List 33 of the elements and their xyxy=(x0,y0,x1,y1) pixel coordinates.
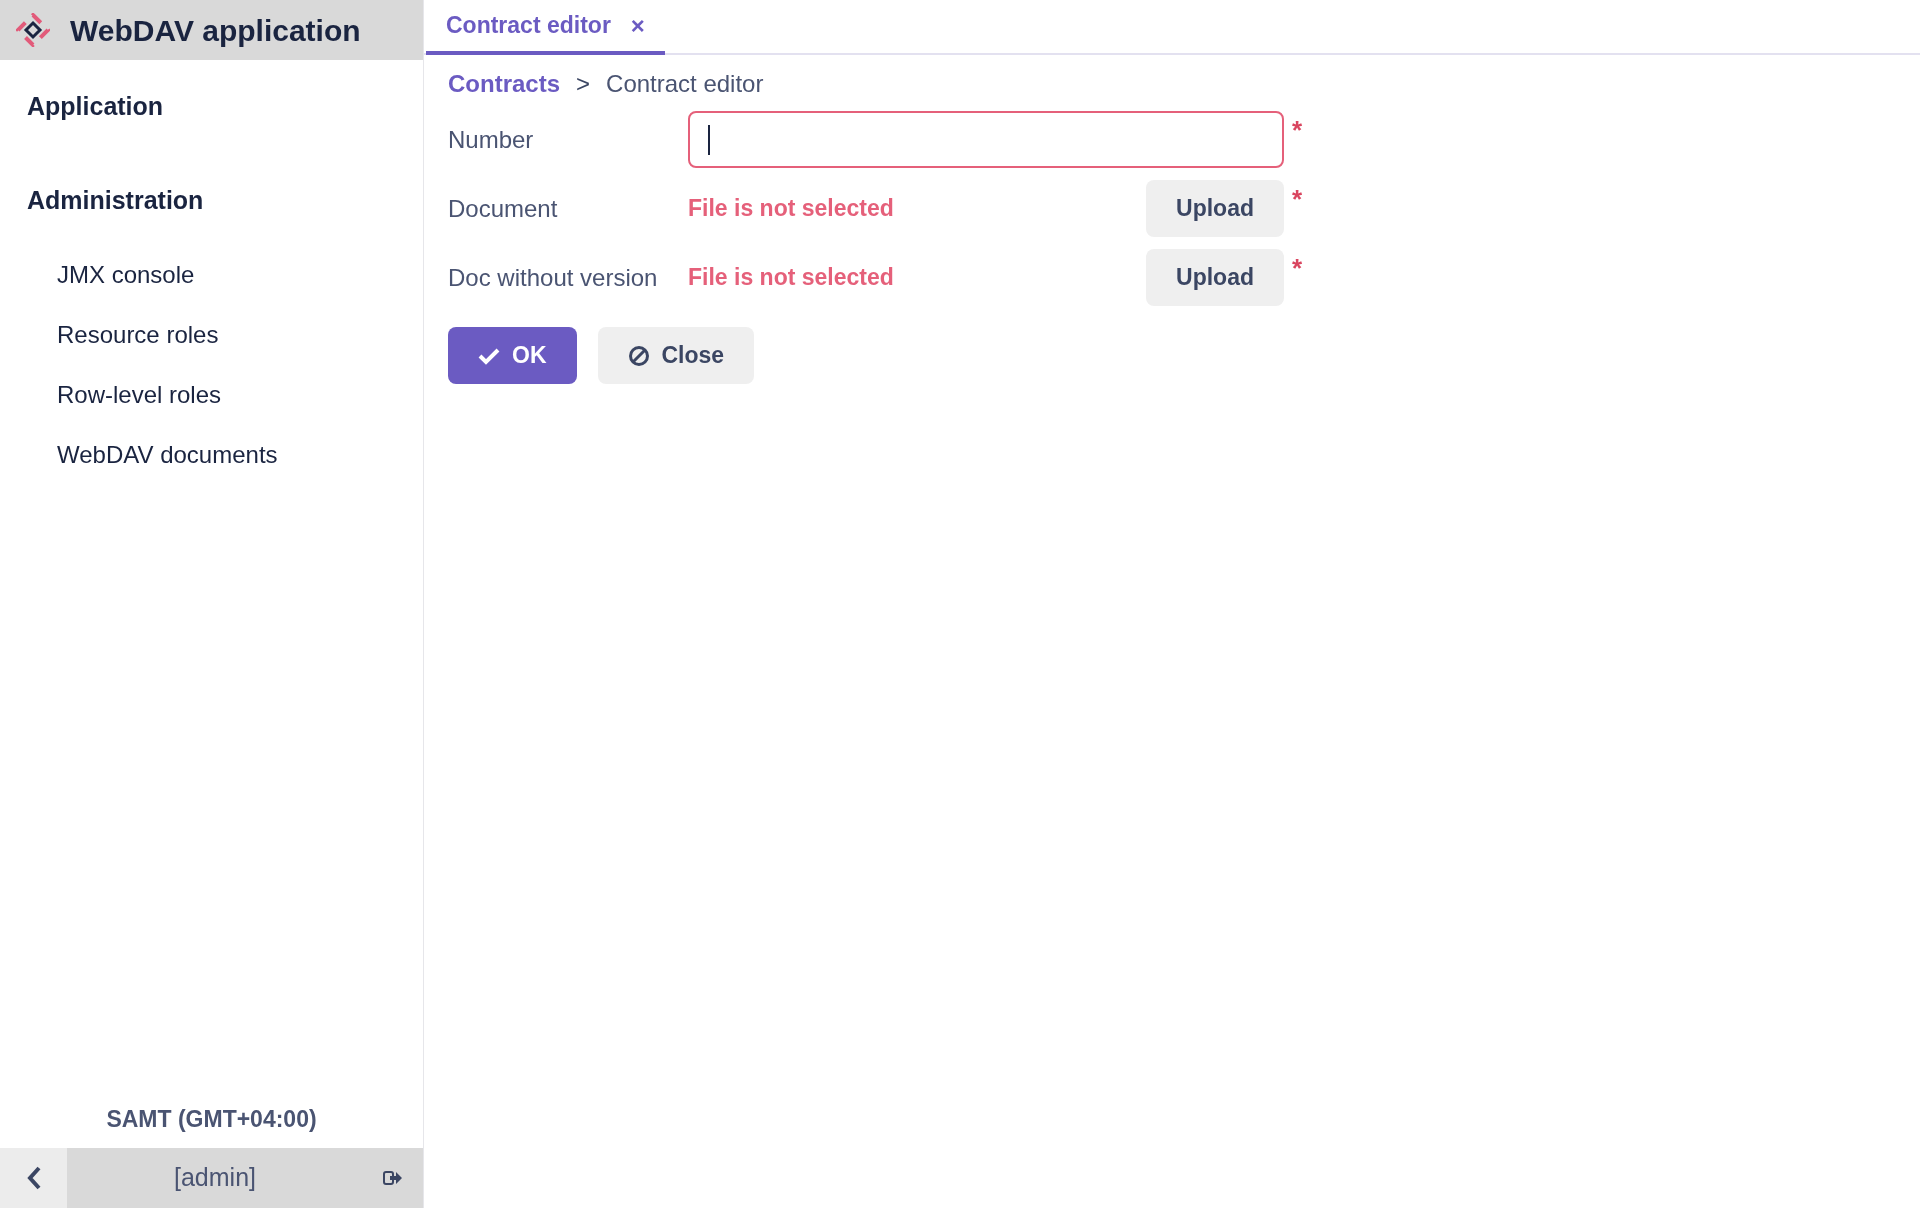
menu-item[interactable]: Row-level roles xyxy=(0,365,423,425)
field-label: Doc without version xyxy=(448,262,659,293)
checkmark-icon xyxy=(478,346,500,365)
chevron-left-icon xyxy=(25,1166,42,1190)
menu-item[interactable]: JMX console xyxy=(0,245,423,305)
file-status: File is not selected xyxy=(688,194,894,224)
number-field[interactable] xyxy=(688,111,1284,168)
field-label: Document xyxy=(448,193,559,224)
close-tab-button[interactable]: × xyxy=(630,7,645,44)
user-name: [admin] xyxy=(173,1162,257,1194)
upload-button[interactable]: Upload xyxy=(1146,180,1284,237)
menu-item[interactable]: Resource roles xyxy=(0,305,423,365)
collapse-button[interactable] xyxy=(0,1148,67,1208)
breadcrumb-link[interactable]: Contracts xyxy=(448,66,561,102)
upload-button[interactable]: Upload xyxy=(1146,249,1284,306)
field-label: Number xyxy=(448,124,535,155)
logout-icon xyxy=(383,1170,403,1186)
breadcrumb-current: Contract editor xyxy=(606,69,764,99)
timezone-label: SAMT (GMT+04:00) xyxy=(105,1104,318,1134)
close-button[interactable]: Close xyxy=(597,327,755,384)
required-mark: * xyxy=(1292,183,1303,216)
menu-group[interactable]: Application xyxy=(0,74,423,140)
logo-icon xyxy=(16,13,50,47)
tab[interactable]: Contract editor × xyxy=(426,0,665,55)
required-mark: * xyxy=(1292,252,1303,285)
menu-group[interactable]: Administration xyxy=(0,167,423,233)
file-status: File is not selected xyxy=(688,263,894,293)
app-title: WebDAV application xyxy=(70,12,361,49)
prohibited-icon xyxy=(627,344,650,367)
menu-item[interactable]: WebDAV documents xyxy=(0,425,423,485)
ok-button[interactable]: OK xyxy=(448,327,577,384)
breadcrumb-separator: > xyxy=(576,69,591,99)
required-mark: * xyxy=(1292,114,1303,147)
